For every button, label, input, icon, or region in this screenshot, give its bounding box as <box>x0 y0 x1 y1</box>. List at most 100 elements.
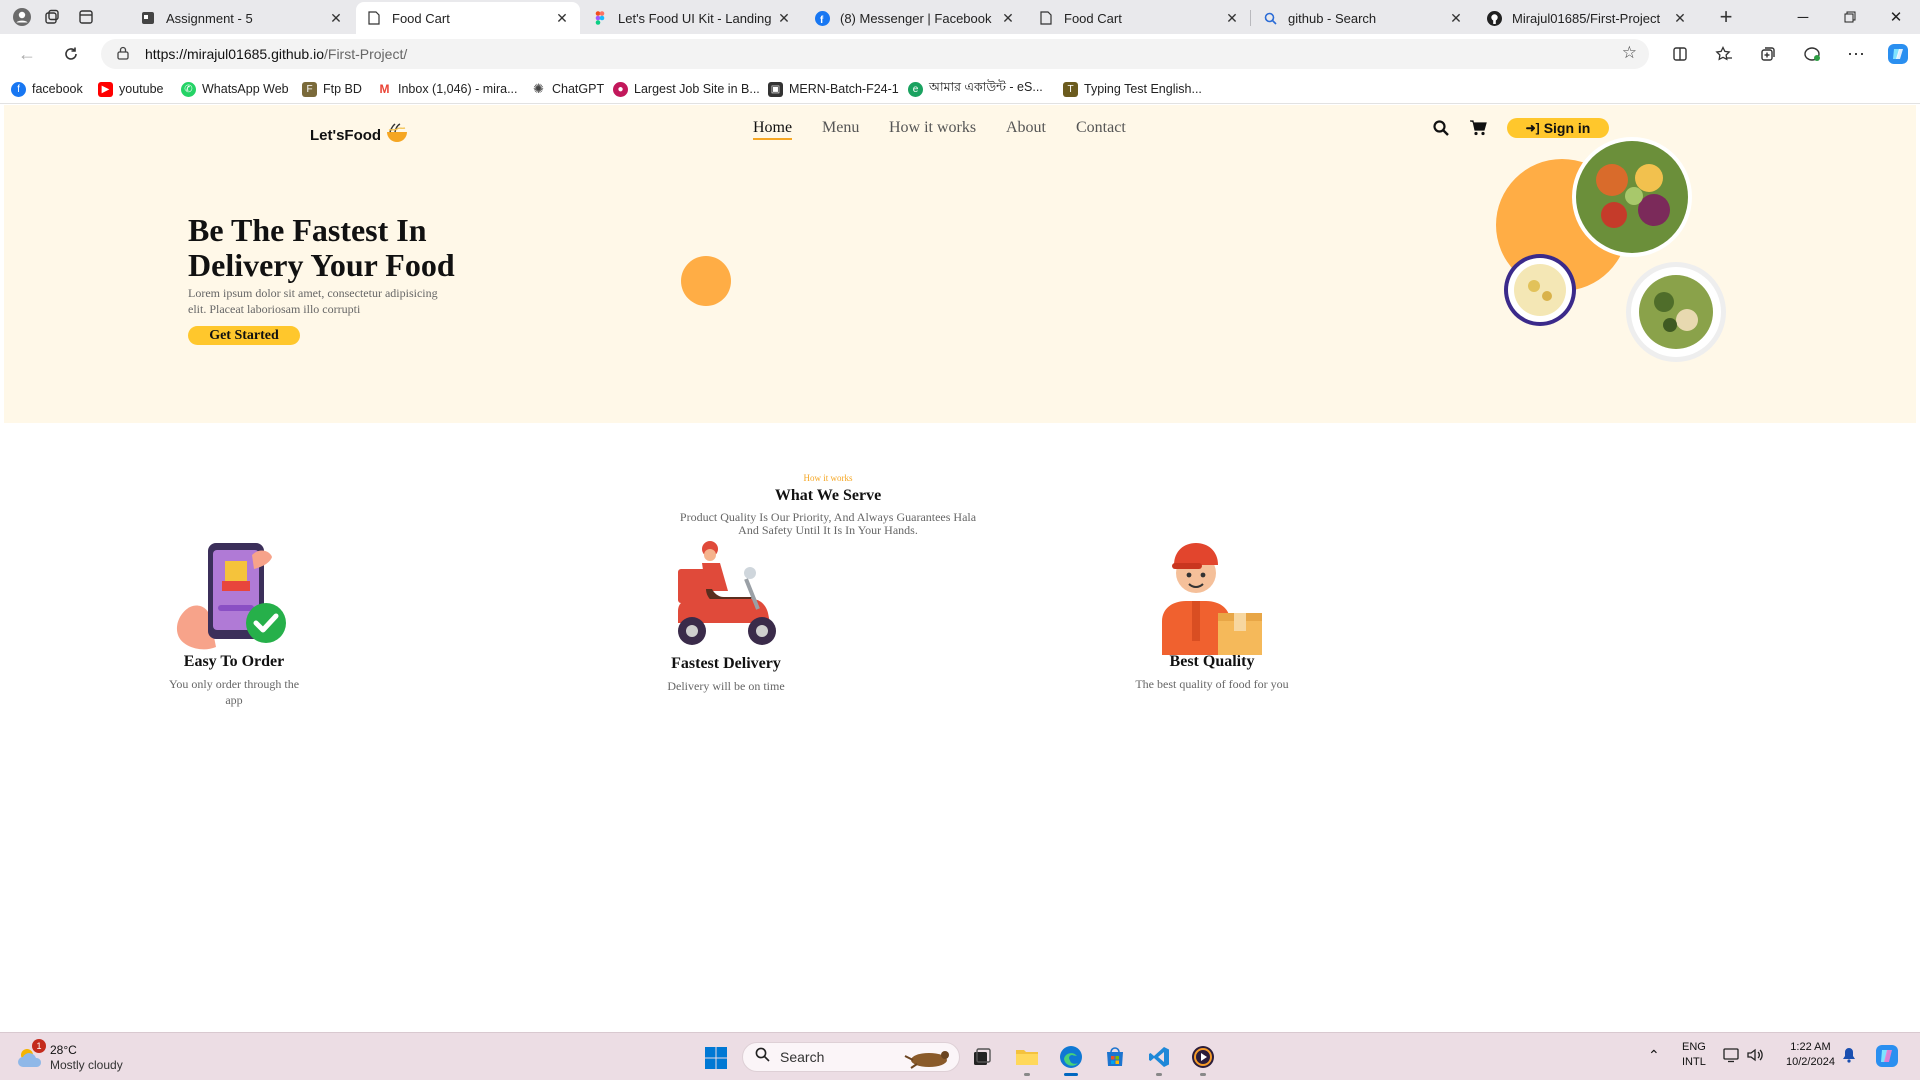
tab-label: Let's Food UI Kit - Landing Pag <box>618 10 776 26</box>
close-window-button[interactable]: ✕ <box>1873 0 1919 34</box>
clock-time: 1:22 AM <box>1790 1041 1831 1053</box>
site-logo[interactable]: Let'sFood <box>310 122 409 148</box>
facebook-icon: f <box>11 81 26 97</box>
get-started-button[interactable]: Get Started <box>188 326 300 345</box>
tab-label: Food Cart <box>1064 10 1122 26</box>
tab-github-search[interactable]: github - Search ✕ <box>1252 2 1474 34</box>
microsoft-store-icon[interactable] <box>1099 1042 1131 1072</box>
bookmark-chatgpt[interactable]: ✺ ChatGPT <box>531 80 604 98</box>
show-hidden-icons-chevron[interactable]: ⌃ <box>1648 1047 1660 1064</box>
windows-start-icon[interactable] <box>704 1046 728 1070</box>
nav-how-it-works[interactable]: How it works <box>889 119 976 137</box>
nav-contact[interactable]: Contact <box>1076 119 1126 137</box>
typing-icon: T <box>1063 81 1078 97</box>
favorite-star-icon[interactable]: ☆ <box>1622 43 1637 63</box>
decorative-orange-circle <box>681 256 731 306</box>
tab-label: github - Search <box>1288 10 1377 26</box>
restore-button[interactable] <box>1827 0 1873 34</box>
bookmark-jobs[interactable]: ● Largest Job Site in B... <box>613 80 760 98</box>
close-icon[interactable]: ✕ <box>1224 10 1240 27</box>
brand-name: Let'sFood <box>310 126 382 144</box>
gmail-icon: M <box>377 81 392 97</box>
language-indicator[interactable]: ENG INTL <box>1682 1041 1706 1068</box>
bookmark-mern[interactable]: ▣ MERN-Batch-F24-1 <box>768 80 899 98</box>
close-icon[interactable]: ✕ <box>776 10 792 27</box>
bookmark-gmail[interactable]: M Inbox (1,046) - mira... <box>377 80 518 98</box>
tab-label: (8) Messenger | Facebook <box>840 10 992 26</box>
refresh-button[interactable] <box>56 40 86 68</box>
tab-food-cart[interactable]: Food Cart ✕ <box>1028 2 1250 34</box>
taskbar-search-box[interactable]: Search <box>742 1042 960 1072</box>
url-field[interactable]: https://mirajul01685.github.io/First-Pro… <box>101 39 1649 69</box>
file-explorer-icon[interactable] <box>1011 1042 1043 1076</box>
classroom-icon: ▣ <box>768 81 783 97</box>
tab-messenger[interactable]: f (8) Messenger | Facebook ✕ <box>804 2 1026 34</box>
youtube-icon: ▶ <box>98 81 113 97</box>
minimize-button[interactable]: ─ <box>1780 0 1826 34</box>
tab-assignment[interactable]: Assignment - 5 ✕ <box>130 2 354 34</box>
copilot-icon[interactable] <box>1875 1044 1899 1071</box>
hero-section: Let'sFood Home Menu How it works About C… <box>4 105 1916 423</box>
close-icon[interactable]: ✕ <box>1000 10 1016 27</box>
back-button[interactable]: ← <box>12 40 42 68</box>
split-screen-icon[interactable] <box>1665 40 1695 68</box>
edge-browser-icon[interactable] <box>1055 1042 1087 1076</box>
bookmark-ftp-bd[interactable]: F Ftp BD <box>302 80 362 98</box>
bookmark-label: Ftp BD <box>323 82 362 96</box>
weather-widget[interactable]: 1 28°C Mostly cloudy <box>16 1039 146 1073</box>
tab-figma[interactable]: Let's Food UI Kit - Landing Pag ✕ <box>582 2 802 34</box>
phone-order-illustration <box>170 535 290 655</box>
search-placeholder: Search <box>780 1049 825 1065</box>
bookmark-label: MERN-Batch-F24-1 <box>789 82 899 96</box>
noodle-bowl-icon <box>385 122 409 148</box>
notification-badge: 1 <box>32 1039 46 1053</box>
account-icon: e <box>908 81 923 97</box>
more-options-icon[interactable]: ⋯ <box>1841 40 1871 68</box>
url-host: https://mirajul01685.github.io <box>145 46 324 62</box>
new-tab-button[interactable]: + <box>1712 4 1740 30</box>
search-icon[interactable] <box>1430 117 1452 139</box>
nav-home[interactable]: Home <box>753 119 793 140</box>
bookmark-facebook[interactable]: f facebook <box>11 80 83 98</box>
clock[interactable]: 1:22 AM 10/2/2024 <box>1786 1041 1835 1068</box>
bookmark-youtube[interactable]: ▶ youtube <box>98 80 163 98</box>
vscode-icon[interactable] <box>1143 1042 1175 1076</box>
bookmark-label: facebook <box>32 82 83 96</box>
delivery-scooter-illustration <box>666 539 786 654</box>
notification-bell-icon[interactable] <box>1842 1047 1856 1066</box>
tab-actions-icon[interactable] <box>72 4 100 30</box>
page-icon <box>1038 10 1054 26</box>
media-player-icon[interactable] <box>1187 1042 1219 1076</box>
collections-icon[interactable] <box>1753 40 1783 68</box>
section-description: Product Quality Is Our Priority, And Alw… <box>679 510 977 537</box>
bookmark-typing-test[interactable]: T Typing Test English... <box>1063 80 1202 98</box>
lock-icon[interactable] <box>117 46 133 63</box>
webpage: Let'sFood Home Menu How it works About C… <box>4 105 1916 1031</box>
workspaces-icon[interactable] <box>38 4 66 30</box>
nav-menu[interactable]: Menu <box>822 119 859 137</box>
bookmark-whatsapp[interactable]: ✆ WhatsApp Web <box>181 80 289 98</box>
tab-food-cart-active[interactable]: Food Cart ✕ <box>356 2 580 34</box>
close-icon[interactable]: ✕ <box>1672 10 1688 27</box>
profile-icon[interactable] <box>8 4 36 30</box>
bookmark-label: আমার একাউন্ট - eS... <box>929 80 1043 94</box>
browser-essentials-icon[interactable] <box>1797 40 1827 68</box>
favorites-icon[interactable] <box>1709 40 1739 68</box>
close-icon[interactable]: ✕ <box>328 10 344 27</box>
bookmark-label: Largest Job Site in B... <box>634 82 760 96</box>
url-path: /First-Project/ <box>324 46 408 62</box>
feature-title: Fastest Delivery <box>671 655 781 672</box>
whatsapp-icon: ✆ <box>181 81 196 97</box>
volume-icon[interactable] <box>1746 1046 1764 1067</box>
close-icon[interactable]: ✕ <box>554 10 570 27</box>
close-icon[interactable]: ✕ <box>1448 10 1464 27</box>
active-indicator <box>1064 1073 1078 1076</box>
tab-github-repo[interactable]: Mirajul01685/First-Project ✕ <box>1476 2 1698 34</box>
nav-about[interactable]: About <box>1006 119 1046 137</box>
copilot-icon[interactable] <box>1883 40 1913 68</box>
feature-text: Delivery will be on time <box>667 679 785 693</box>
task-view-icon[interactable] <box>966 1042 998 1072</box>
bookmark-esheba[interactable]: e আমার একাউন্ট - eS... <box>908 80 1043 98</box>
hero-text: Lorem ipsum dolor sit amet, consectetur … <box>188 286 438 316</box>
network-icon[interactable] <box>1722 1046 1740 1067</box>
